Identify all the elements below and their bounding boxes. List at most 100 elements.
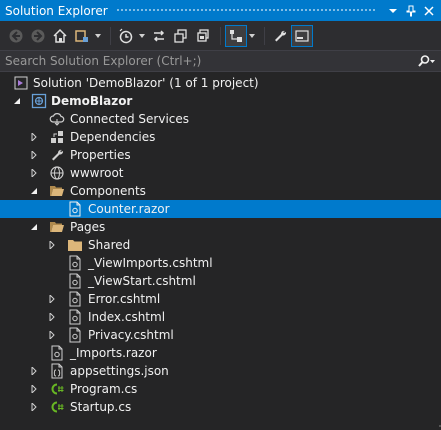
- razor-file-icon: [49, 345, 65, 361]
- collapsed-arrow-icon[interactable]: [29, 132, 39, 142]
- razor-file-icon: [67, 255, 83, 271]
- tree-item-viewstart[interactable]: _ViewStart.cshtml: [0, 272, 441, 290]
- expanded-arrow-icon[interactable]: [29, 222, 39, 232]
- solution-label: Solution 'DemoBlazor' (1 of 1 project): [33, 76, 259, 90]
- tree-item-properties[interactable]: Properties: [0, 146, 441, 164]
- tree-item-index[interactable]: Index.cshtml: [0, 308, 441, 326]
- json-file-icon: [49, 363, 65, 379]
- tree-item-label: Connected Services: [70, 112, 190, 126]
- tree-item-appsettings[interactable]: appsettings.json: [0, 362, 441, 380]
- title-drag-handle[interactable]: [115, 8, 376, 13]
- tree-item-shared[interactable]: Shared: [0, 236, 441, 254]
- connected-services-icon: [49, 111, 65, 127]
- collapsed-arrow-icon[interactable]: [29, 366, 39, 376]
- expanded-arrow-icon[interactable]: [12, 96, 22, 106]
- razor-file-icon: [67, 309, 83, 325]
- tree-item-solution[interactable]: Solution 'DemoBlazor' (1 of 1 project): [0, 74, 441, 92]
- tree-item-label: Index.cshtml: [88, 310, 166, 324]
- tree-item-program-cs[interactable]: Program.cs: [0, 380, 441, 398]
- razor-file-icon: [67, 327, 83, 343]
- search-box: [0, 50, 441, 72]
- tree-item-wwwroot[interactable]: wwwroot: [0, 164, 441, 182]
- tree-item-project[interactable]: DemoBlazor: [0, 92, 441, 110]
- wrench-icon: [49, 147, 65, 163]
- tree-item-label: _ViewImports.cshtml: [88, 256, 213, 270]
- properties-wrench-icon[interactable]: [270, 26, 290, 46]
- toolbar: [0, 21, 441, 50]
- tree-item-connected-services[interactable]: Connected Services: [0, 110, 441, 128]
- csharp-file-icon: [49, 381, 65, 397]
- preview-selected-items-icon[interactable]: [291, 24, 313, 47]
- collapsed-arrow-icon[interactable]: [29, 168, 39, 178]
- tree-item-label: Shared: [88, 238, 131, 252]
- tree-item-counter-razor[interactable]: Counter.razor: [0, 200, 441, 218]
- tree-item-pages[interactable]: Pages: [0, 218, 441, 236]
- tree-item-imports-razor[interactable]: _Imports.razor: [0, 344, 441, 362]
- tree-item-startup-cs[interactable]: Startup.cs: [0, 398, 441, 416]
- web-project-icon: [31, 93, 47, 109]
- tree-item-label: Pages: [70, 220, 106, 234]
- tree-item-error[interactable]: Error.cshtml: [0, 290, 441, 308]
- tree-item-components[interactable]: Components: [0, 182, 441, 200]
- window-title: Solution Explorer: [5, 3, 108, 18]
- collapsed-arrow-icon[interactable]: [29, 150, 39, 160]
- toolbar-separator: [264, 26, 265, 45]
- razor-file-icon: [67, 291, 83, 307]
- collapsed-arrow-icon[interactable]: [29, 384, 39, 394]
- expanded-arrow-icon[interactable]: [29, 186, 39, 196]
- tree-item-dependencies[interactable]: Dependencies: [0, 128, 441, 146]
- pending-changes-dropdown-icon[interactable]: [138, 26, 146, 46]
- tree-item-label: Startup.cs: [70, 400, 132, 414]
- search-input[interactable]: [0, 50, 411, 72]
- toolbar-separator: [110, 26, 111, 45]
- tree-item-label: _Imports.razor: [70, 346, 157, 360]
- pin-icon[interactable]: [402, 2, 420, 20]
- razor-file-icon: [67, 273, 83, 289]
- resize-grip[interactable]: [435, 416, 441, 427]
- home-icon[interactable]: [50, 26, 70, 46]
- tree-item-label: Dependencies: [70, 130, 156, 144]
- csharp-file-icon: [49, 399, 65, 415]
- collapsed-arrow-icon[interactable]: [47, 330, 57, 340]
- tree-item-label: Program.cs: [70, 382, 138, 396]
- solution-icon: [13, 75, 29, 91]
- tree-item-label: _ViewStart.cshtml: [88, 274, 196, 288]
- sync-with-active-document-icon[interactable]: [149, 26, 169, 46]
- collapsed-arrow-icon[interactable]: [47, 294, 57, 304]
- tree-item-label: appsettings.json: [70, 364, 169, 378]
- tree-item-label: Components: [70, 184, 146, 198]
- collapsed-arrow-icon[interactable]: [29, 402, 39, 412]
- close-icon[interactable]: [420, 2, 438, 20]
- tree-item-label: Counter.razor: [88, 202, 170, 216]
- project-label: DemoBlazor: [51, 94, 133, 108]
- folder-icon: [67, 237, 83, 253]
- search-icon[interactable]: [411, 51, 441, 71]
- tree-item-label: Privacy.cshtml: [88, 328, 174, 342]
- back-icon[interactable]: [6, 26, 26, 46]
- collapsed-arrow-icon[interactable]: [47, 312, 57, 322]
- tree-item-privacy[interactable]: Privacy.cshtml: [0, 326, 441, 344]
- tree-item-label: Properties: [70, 148, 131, 162]
- switch-views-icon[interactable]: [72, 26, 92, 46]
- solution-explorer-window: Solution Explorer Search Solution Explor…: [0, 0, 441, 427]
- window-position-dropdown-icon[interactable]: [384, 2, 402, 20]
- solution-tree: Solution 'DemoBlazor' (1 of 1 project) D…: [0, 74, 441, 416]
- pending-changes-filter-icon[interactable]: [116, 26, 136, 46]
- show-all-files-icon[interactable]: [225, 24, 247, 47]
- razor-file-icon: [67, 201, 83, 217]
- tree-item-label: wwwroot: [70, 166, 124, 180]
- refresh-icon[interactable]: [171, 26, 191, 46]
- collapsed-arrow-icon[interactable]: [47, 240, 57, 250]
- folder-open-icon: [49, 219, 65, 235]
- collapse-all-icon[interactable]: [193, 26, 213, 46]
- tree-item-viewimports[interactable]: _ViewImports.cshtml: [0, 254, 441, 272]
- folder-open-icon: [49, 183, 65, 199]
- tree-item-label: Error.cshtml: [88, 292, 161, 306]
- switch-views-dropdown-icon[interactable]: [94, 26, 102, 46]
- globe-icon: [49, 165, 65, 181]
- dependencies-icon: [49, 129, 65, 145]
- forward-icon[interactable]: [28, 26, 48, 46]
- title-bar: Solution Explorer: [0, 0, 441, 21]
- toolbar-separator: [220, 26, 221, 45]
- show-all-files-dropdown-icon[interactable]: [248, 26, 256, 46]
